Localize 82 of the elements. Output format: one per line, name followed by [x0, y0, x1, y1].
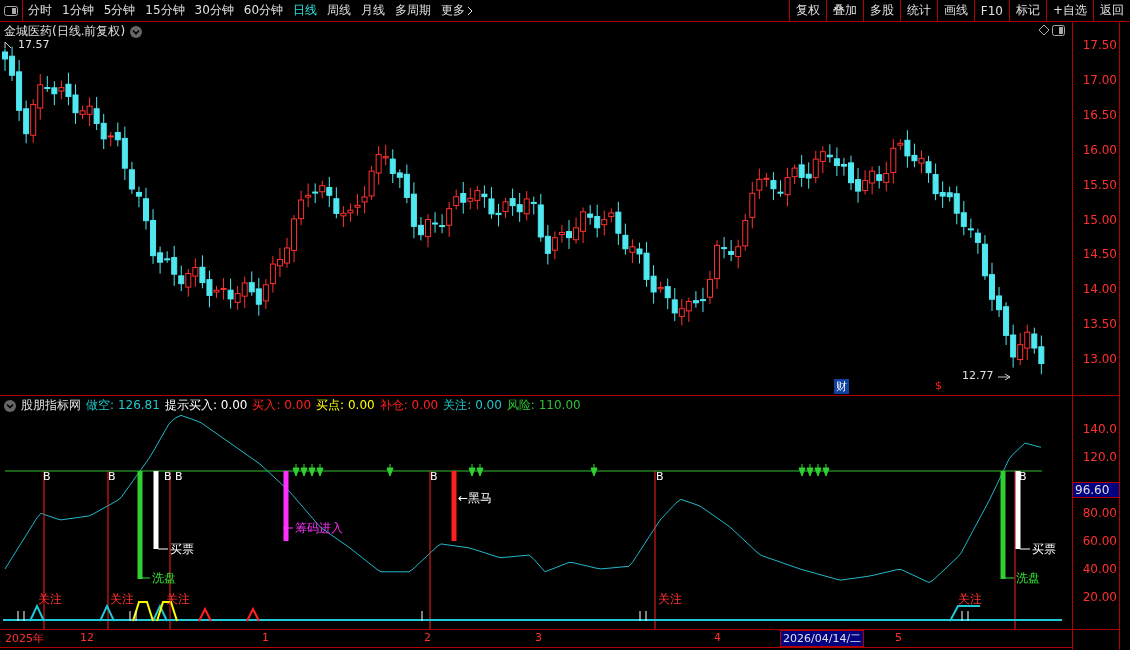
leader-line: [157, 548, 169, 550]
watch-label: 关注: [957, 591, 983, 608]
period-tab[interactable]: 15分钟: [140, 2, 190, 19]
period-tab[interactable]: 多周期: [390, 2, 437, 19]
axis-tick-label: 17.00: [1082, 72, 1117, 87]
buy-signal-mark: B: [107, 470, 117, 483]
indicator-value: 买入: 0.00: [252, 397, 312, 414]
axis-tick-label: 16.50: [1082, 107, 1117, 122]
indicator-value: 做空: 126.81: [86, 397, 160, 414]
indicator-value: 提示买入: 0.00: [164, 397, 248, 414]
period-tab[interactable]: 30分钟: [189, 2, 239, 19]
axis-tick-label: 17.50: [1082, 38, 1117, 52]
leader-line: [139, 577, 151, 579]
leader-line: [1003, 577, 1015, 579]
date-label: 3: [535, 631, 542, 644]
dividend-marker[interactable]: $: [933, 379, 944, 392]
signal-label: ←黑马: [457, 490, 494, 507]
axis-tick-label: 14.50: [1082, 247, 1117, 262]
axis-tick-label: 13.00: [1082, 352, 1117, 367]
buy-signal-mark: B: [1018, 470, 1028, 483]
date-label: 2: [424, 631, 431, 644]
dropdown-icon[interactable]: [4, 399, 16, 412]
axis-tick-label: 140.0: [1082, 422, 1117, 436]
date-label: 12: [80, 631, 94, 644]
low-arrow-icon: [997, 373, 1011, 381]
period-tab[interactable]: 分时: [23, 2, 57, 19]
signal-label: 买票: [169, 541, 195, 558]
signal-label: 洗盘: [151, 570, 177, 587]
axis-tick-label: 60.00: [1082, 534, 1117, 548]
watch-label: 关注: [109, 591, 135, 608]
signal-bar: [283, 471, 289, 541]
leader-line: [1019, 548, 1031, 550]
indicator-value: 补仓: 0.00: [379, 397, 439, 414]
signal-label: 洗盘: [1015, 570, 1041, 587]
signal-label: 买票: [1031, 541, 1057, 558]
buy-signal-mark: B: [42, 470, 52, 483]
watch-label: 关注: [37, 591, 63, 608]
period-tab[interactable]: 周线: [322, 2, 357, 19]
period-tab[interactable]: 60分钟: [238, 2, 289, 19]
buy-signal-mark: B: [174, 470, 184, 483]
buy-signal-mark: B: [655, 470, 665, 483]
axis-tick-label: 13.50: [1082, 317, 1117, 332]
axis-tick-label: 120.0: [1082, 450, 1117, 464]
panel-toggle-icon[interactable]: [1052, 25, 1065, 36]
panel-toggle-icon[interactable]: [4, 5, 18, 16]
high-arrow-icon: [4, 41, 12, 49]
indicator-value: 风险: 110.00: [506, 397, 581, 414]
axis-tick-label: 80.00: [1082, 506, 1117, 520]
finance-marker[interactable]: 财: [834, 379, 849, 394]
date-label: 5: [895, 631, 902, 644]
date-label: 2025年: [5, 631, 44, 646]
period-tab[interactable]: 更多: [436, 2, 479, 19]
axis-tick-label: 14.00: [1082, 282, 1117, 297]
indicator-value: 关注: 0.00: [443, 397, 502, 414]
cursor-date: 2026/04/14/二: [780, 630, 865, 647]
period-tab[interactable]: 月线: [356, 2, 391, 19]
indicator-value: 买点: 0.00: [316, 397, 375, 414]
period-tab[interactable]: 5分钟: [98, 2, 141, 19]
cursor-value: 96.60: [1073, 481, 1119, 498]
axis-tick-label: 15.50: [1082, 177, 1117, 192]
chevron-right-icon: [467, 5, 474, 16]
period-tab[interactable]: 1分钟: [57, 2, 99, 19]
date-label: 1: [262, 631, 269, 644]
signal-label: 筹码进入: [294, 520, 344, 537]
buy-signal-mark: B: [429, 470, 439, 483]
watch-label: 关注: [165, 591, 191, 608]
chart-title: 金城医药(日线.前复权): [4, 23, 126, 40]
axis-tick-label: 40.00: [1082, 562, 1117, 576]
axis-tick-label: 15.00: [1082, 212, 1117, 227]
signal-bar: [451, 471, 457, 541]
axis-tick-label: 16.00: [1082, 142, 1117, 157]
buy-signal-mark: B: [163, 470, 173, 483]
dropdown-icon[interactable]: [130, 25, 143, 38]
diamond-icon[interactable]: [1038, 24, 1050, 36]
date-label: 4: [714, 631, 721, 644]
leader-line: [282, 527, 294, 529]
axis-tick-label: 20.00: [1082, 590, 1117, 604]
low-price-label: 12.77: [961, 369, 995, 382]
period-tab[interactable]: 日线: [288, 2, 323, 19]
watch-label: 关注: [657, 591, 683, 608]
high-price-label: 17.57: [17, 38, 51, 51]
indicator-name: 股朋指标网: [21, 397, 81, 414]
